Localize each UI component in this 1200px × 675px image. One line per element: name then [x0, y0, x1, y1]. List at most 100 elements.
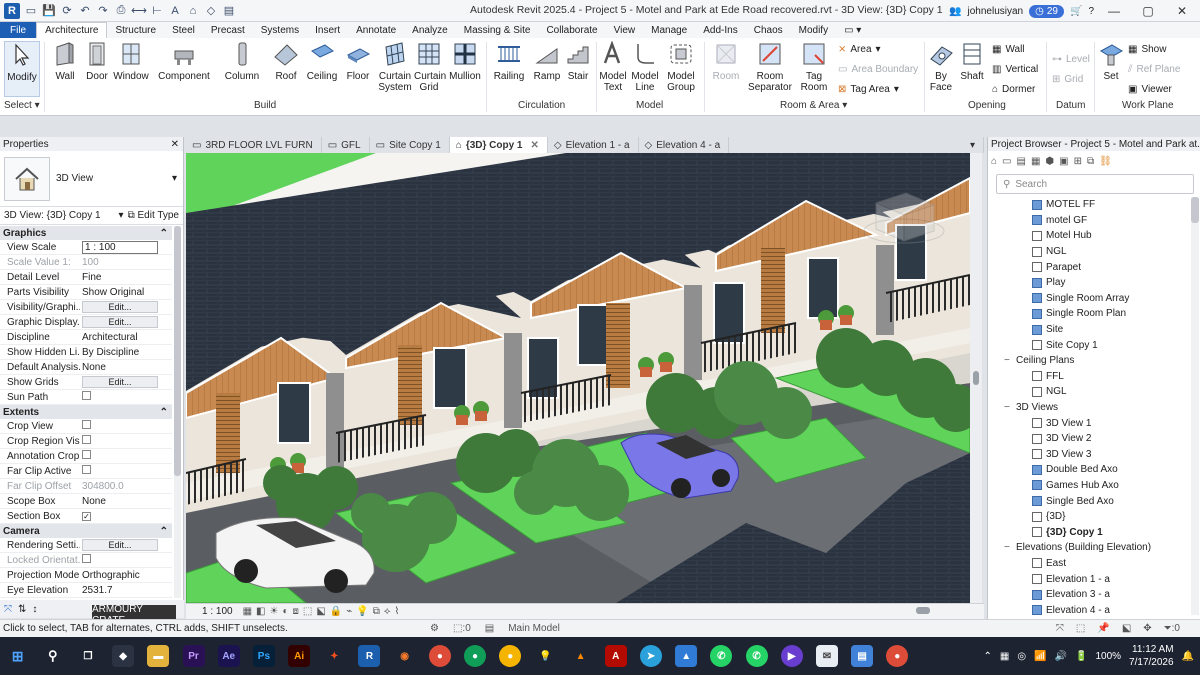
notifications-icon[interactable]: 🔔 — [1182, 651, 1194, 662]
figma-icon[interactable]: ✦ — [323, 645, 345, 667]
ramp-button[interactable]: Ramp — [532, 41, 562, 82]
checkbox[interactable] — [82, 450, 91, 459]
username[interactable]: johnelusiyan — [968, 6, 1024, 17]
close-window-button[interactable]: ✕ — [1168, 4, 1196, 18]
analytical-model-icon[interactable]: ⌇ — [395, 606, 400, 617]
help-icon[interactable]: ? — [1088, 6, 1094, 17]
notes-icon[interactable]: ▤ — [851, 645, 874, 667]
reveal-hidden-icon[interactable]: 💡 — [356, 606, 368, 617]
property-value[interactable]: Edit... — [80, 539, 172, 551]
browser-view-3d-copy-1[interactable]: {3D} Copy 1 — [988, 524, 1188, 540]
close-properties-icon[interactable]: ✕ — [171, 139, 179, 150]
view-scale[interactable]: 1 : 100 — [186, 606, 243, 617]
edit-type-button[interactable]: ⧉ Edit Type — [128, 210, 179, 221]
views-icon[interactable]: ▭ — [1002, 156, 1011, 167]
design-option-icon[interactable]: ▤ — [485, 623, 494, 634]
render-icon[interactable]: ⧈ — [293, 606, 299, 617]
tab-structure[interactable]: Structure — [107, 22, 164, 38]
property-value[interactable]: Edit... — [80, 376, 172, 388]
tab-insert[interactable]: Insert — [307, 22, 348, 38]
tab-architecture[interactable]: Architecture — [36, 22, 108, 38]
temp-hide-icon[interactable]: ⌁ — [346, 606, 352, 617]
measure-icon[interactable]: ⟷ — [131, 4, 147, 18]
select-links-status-icon[interactable]: ⤧ — [1056, 623, 1064, 634]
view-tab-3d-copy-1[interactable]: ⌂ {3D} Copy 1 ✕ — [449, 137, 548, 153]
cart-icon[interactable]: 🛒 — [1070, 6, 1082, 17]
browser-view-motel-gf[interactable]: motel GF — [988, 213, 1188, 229]
edit-button[interactable]: Edit... — [82, 376, 158, 388]
tab-systems[interactable]: Systems — [253, 22, 307, 38]
stair-button[interactable]: Stair — [564, 41, 592, 82]
armoury-crate-icon[interactable]: ◆ — [112, 645, 135, 667]
dimension-icon[interactable]: ⊢ — [150, 4, 164, 18]
browser-group-ceiling-plans[interactable]: − Ceiling Plans — [988, 353, 1188, 369]
property-value[interactable]: Edit... — [80, 316, 172, 328]
browser-group-elevations-building-elevation[interactable]: − Elevations (Building Elevation) — [988, 540, 1188, 556]
browser-view-east[interactable]: East — [988, 556, 1188, 572]
tag-area-button[interactable]: ⊠ Tag Area ▾ — [838, 84, 899, 95]
browser-view-elevation-1-a[interactable]: Elevation 1 - a — [988, 571, 1188, 587]
collapse-toggle-icon[interactable]: − — [1004, 402, 1016, 413]
model-line-button[interactable]: Model Line — [630, 41, 660, 93]
after-effects-icon[interactable]: Ae — [217, 645, 240, 667]
tab-view[interactable]: View — [606, 22, 644, 38]
tray-app-icon[interactable]: ▦ — [1000, 651, 1009, 662]
property-value[interactable] — [80, 391, 172, 403]
roof-button[interactable]: Roof — [272, 41, 300, 82]
select-underlay-icon[interactable]: ⬚ — [1076, 623, 1085, 634]
select-links-icon[interactable]: ⤧ — [4, 604, 12, 615]
sync-icon[interactable]: ⟳ — [60, 4, 74, 18]
component-button[interactable]: Component — [158, 41, 210, 82]
area-button[interactable]: ⨯ Area ▾ — [838, 44, 881, 55]
chrome-icon-3[interactable]: ● — [499, 645, 522, 667]
by-face-button[interactable]: By Face — [928, 41, 954, 93]
wifi-icon[interactable]: 📶 — [1034, 651, 1046, 662]
home-icon[interactable]: ⌂ — [991, 156, 997, 167]
groups-icon[interactable]: ▣ — [1059, 156, 1068, 167]
default-3d-view-icon[interactable]: ⌂ — [186, 4, 200, 18]
browser-group-3d-views[interactable]: −3D Views — [988, 400, 1188, 416]
property-value[interactable] — [80, 435, 172, 447]
property-value[interactable] — [80, 450, 172, 462]
section-icon[interactable]: ◇ — [204, 4, 218, 18]
chain-icon[interactable]: ⛓ — [1099, 156, 1112, 167]
revit-logo-icon[interactable]: R — [4, 2, 20, 19]
sort-alpha-icon[interactable]: ↕ — [32, 604, 37, 615]
tab-manage[interactable]: Manage — [643, 22, 695, 38]
links-icon[interactable]: ⊞ — [1074, 156, 1082, 167]
checkbox[interactable] — [82, 465, 91, 474]
select-pinned-icon[interactable]: 📌 — [1097, 623, 1109, 634]
view-tabs-overflow-icon[interactable]: ▾ — [964, 137, 984, 153]
telegram-icon[interactable]: ➤ — [639, 645, 662, 667]
copilot-icon[interactable]: ◎ — [1017, 651, 1026, 662]
edit-button[interactable]: Edit... — [82, 301, 158, 313]
photoshop-icon[interactable]: Ps — [252, 645, 275, 667]
illustrator-icon[interactable]: Ai — [288, 645, 311, 667]
wall-button[interactable]: Wall — [52, 41, 78, 82]
3d-viewport[interactable] — [186, 153, 970, 603]
show-workplane-button[interactable]: ▦ Show — [1128, 44, 1166, 55]
shadows-icon[interactable]: ◐ — [282, 606, 288, 617]
property-value[interactable]: 304800.0 — [80, 481, 172, 492]
sun-path-icon[interactable]: ☀ — [270, 606, 279, 617]
visual-style-icon[interactable]: ◧ — [256, 606, 265, 617]
workset-icon[interactable]: ⚙ — [430, 623, 439, 634]
view-tab-3rd-floor-lvl-furn[interactable]: ▭ 3RD FLOOR LVL FURN — [186, 137, 322, 153]
tab-chaos[interactable]: Chaos — [746, 22, 791, 38]
viewer-button[interactable]: ▣ Viewer — [1128, 84, 1172, 95]
chrome-icon-2[interactable]: ● — [464, 645, 487, 667]
dormer-button[interactable]: ⌂ Dormer — [992, 84, 1035, 95]
project-browser-scrollbar[interactable] — [1191, 197, 1199, 615]
browser-view-motel-ff[interactable]: MOTEL FF — [988, 197, 1188, 213]
browser-view-3d-view-2[interactable]: 3D View 2 — [988, 431, 1188, 447]
save-icon[interactable]: 💾 — [42, 4, 56, 18]
sort-icon[interactable]: ⇅ — [18, 604, 26, 615]
column-button[interactable]: Column — [224, 41, 260, 82]
property-value[interactable]: None — [80, 362, 172, 373]
browser-view-single-bed-axo[interactable]: Single Bed Axo — [988, 493, 1188, 509]
blender-icon[interactable]: ◉ — [394, 645, 416, 667]
redo-icon[interactable]: ↷ — [96, 4, 110, 18]
viewport-horizontal-scroll-thumb[interactable] — [916, 607, 930, 614]
property-value[interactable]: 100 — [80, 257, 172, 268]
windows-start-icon[interactable]: ⊞ — [7, 645, 29, 667]
